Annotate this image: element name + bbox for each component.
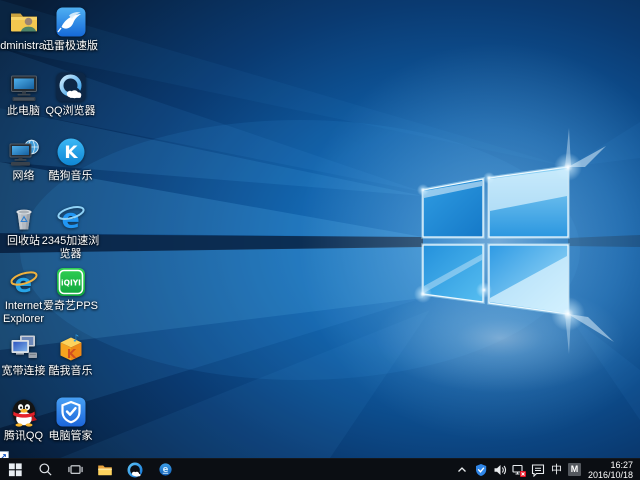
- desktop-icon-internet-explorer[interactable]: e Internet Explorer: [0, 265, 47, 330]
- desktop-icon-pc-manager[interactable]: ↗ 电脑管家: [47, 395, 94, 458]
- e-browser-icon: e: [158, 462, 173, 477]
- broadband-connection-icon: [7, 330, 41, 364]
- task-view-icon: [68, 462, 83, 477]
- network-disconnected-icon: [512, 463, 526, 477]
- desktop-icon-xunlei[interactable]: ↗ 迅雷极速版: [47, 5, 94, 70]
- desktop-icon-administrator[interactable]: Administra...: [0, 5, 47, 70]
- icon-label: QQ浏览器: [40, 105, 102, 118]
- icon-label: 迅雷极速版: [40, 40, 102, 53]
- icon-label: 酷我音乐: [40, 365, 102, 378]
- icon-label: 2345加速浏览器: [40, 235, 102, 261]
- desktop[interactable]: Administra... 此电脑: [0, 0, 640, 458]
- task-view-button[interactable]: [60, 459, 90, 480]
- file-explorer-icon: [97, 462, 113, 478]
- icon-label: 酷狗音乐: [40, 170, 102, 183]
- ime-mode-indicator[interactable]: M: [568, 463, 581, 476]
- desktop-icon-kugou[interactable]: K ↗ 酷狗音乐: [47, 135, 94, 200]
- iqiyi-pps-icon: iQIYI: [54, 265, 88, 299]
- system-tray: 中 M 16:27 2016/10/18: [454, 459, 640, 480]
- svg-text:iQIYI: iQIYI: [61, 279, 81, 288]
- desktop-icon-tencent-qq[interactable]: ↗ 腾讯QQ: [0, 395, 47, 458]
- this-pc-icon: [7, 70, 41, 104]
- tray-network-button[interactable]: [511, 459, 528, 480]
- svg-text:e: e: [162, 464, 168, 474]
- start-icon: [8, 462, 23, 477]
- kugou-music-icon: K: [54, 135, 88, 169]
- icon-label: 电脑管家: [40, 430, 102, 443]
- taskbar: e: [0, 458, 640, 480]
- windows-desktop-screen: Administra... 此电脑: [0, 0, 640, 480]
- internet-explorer-icon: e: [7, 265, 41, 299]
- pc-manager-shield-icon: [54, 395, 88, 429]
- desktop-icon-qq-browser[interactable]: ↗ QQ浏览器: [47, 70, 94, 135]
- svg-text:K: K: [64, 143, 78, 163]
- svg-text:♪: ♪: [72, 334, 78, 345]
- clock-time: 16:27: [588, 460, 633, 470]
- kuwo-music-icon: K ♪: [54, 330, 88, 364]
- desktop-icon-2345-browser[interactable]: e ↗ 2345加速浏览器: [47, 200, 94, 265]
- qq-browser-taskbar-button[interactable]: [120, 459, 150, 480]
- file-explorer-button[interactable]: [90, 459, 120, 480]
- e-browser-taskbar-button[interactable]: e: [150, 459, 180, 480]
- action-center-button[interactable]: [530, 459, 547, 480]
- shortcut-arrow-icon: ↗: [0, 451, 9, 458]
- desktop-icon-this-pc[interactable]: 此电脑: [0, 70, 47, 135]
- action-center-icon: [531, 463, 545, 477]
- svg-text:K: K: [66, 347, 76, 361]
- taskbar-clock[interactable]: 16:27 2016/10/18: [585, 460, 637, 480]
- tray-volume-button[interactable]: [492, 459, 509, 480]
- security-shield-icon: [474, 463, 488, 477]
- desktop-icon-grid: Administra... 此电脑: [0, 5, 94, 458]
- icon-label: 爱奇艺PPS: [40, 300, 102, 313]
- qq-penguin-icon: [7, 395, 41, 429]
- user-folder-icon: [7, 5, 41, 39]
- search-button[interactable]: [30, 459, 60, 480]
- xunlei-bird-icon: [54, 5, 88, 39]
- recycle-bin-icon: [7, 200, 41, 234]
- desktop-icon-iqiyi-pps[interactable]: iQIYI ↗ 爱奇艺PPS: [47, 265, 94, 330]
- show-hidden-icons-button[interactable]: [454, 459, 471, 480]
- desktop-icon-network[interactable]: 网络: [0, 135, 47, 200]
- 2345-browser-icon: e: [54, 200, 88, 234]
- desktop-icon-kuwo[interactable]: K ♪ ↗ 酷我音乐: [47, 330, 94, 395]
- windows10-hero-wallpaper: [0, 0, 640, 458]
- tray-security-button[interactable]: [473, 459, 490, 480]
- clock-date: 2016/10/18: [588, 470, 633, 480]
- desktop-icon-broadband[interactable]: ↗ 宽带连接: [0, 330, 47, 395]
- volume-icon: [493, 463, 507, 477]
- search-icon: [38, 462, 53, 477]
- chevron-up-icon: [456, 464, 468, 476]
- qq-browser-icon: [54, 70, 88, 104]
- ime-language-indicator[interactable]: 中: [549, 459, 564, 480]
- network-icon: [7, 135, 41, 169]
- start-button[interactable]: [0, 459, 30, 480]
- qq-browser-icon: [127, 462, 143, 478]
